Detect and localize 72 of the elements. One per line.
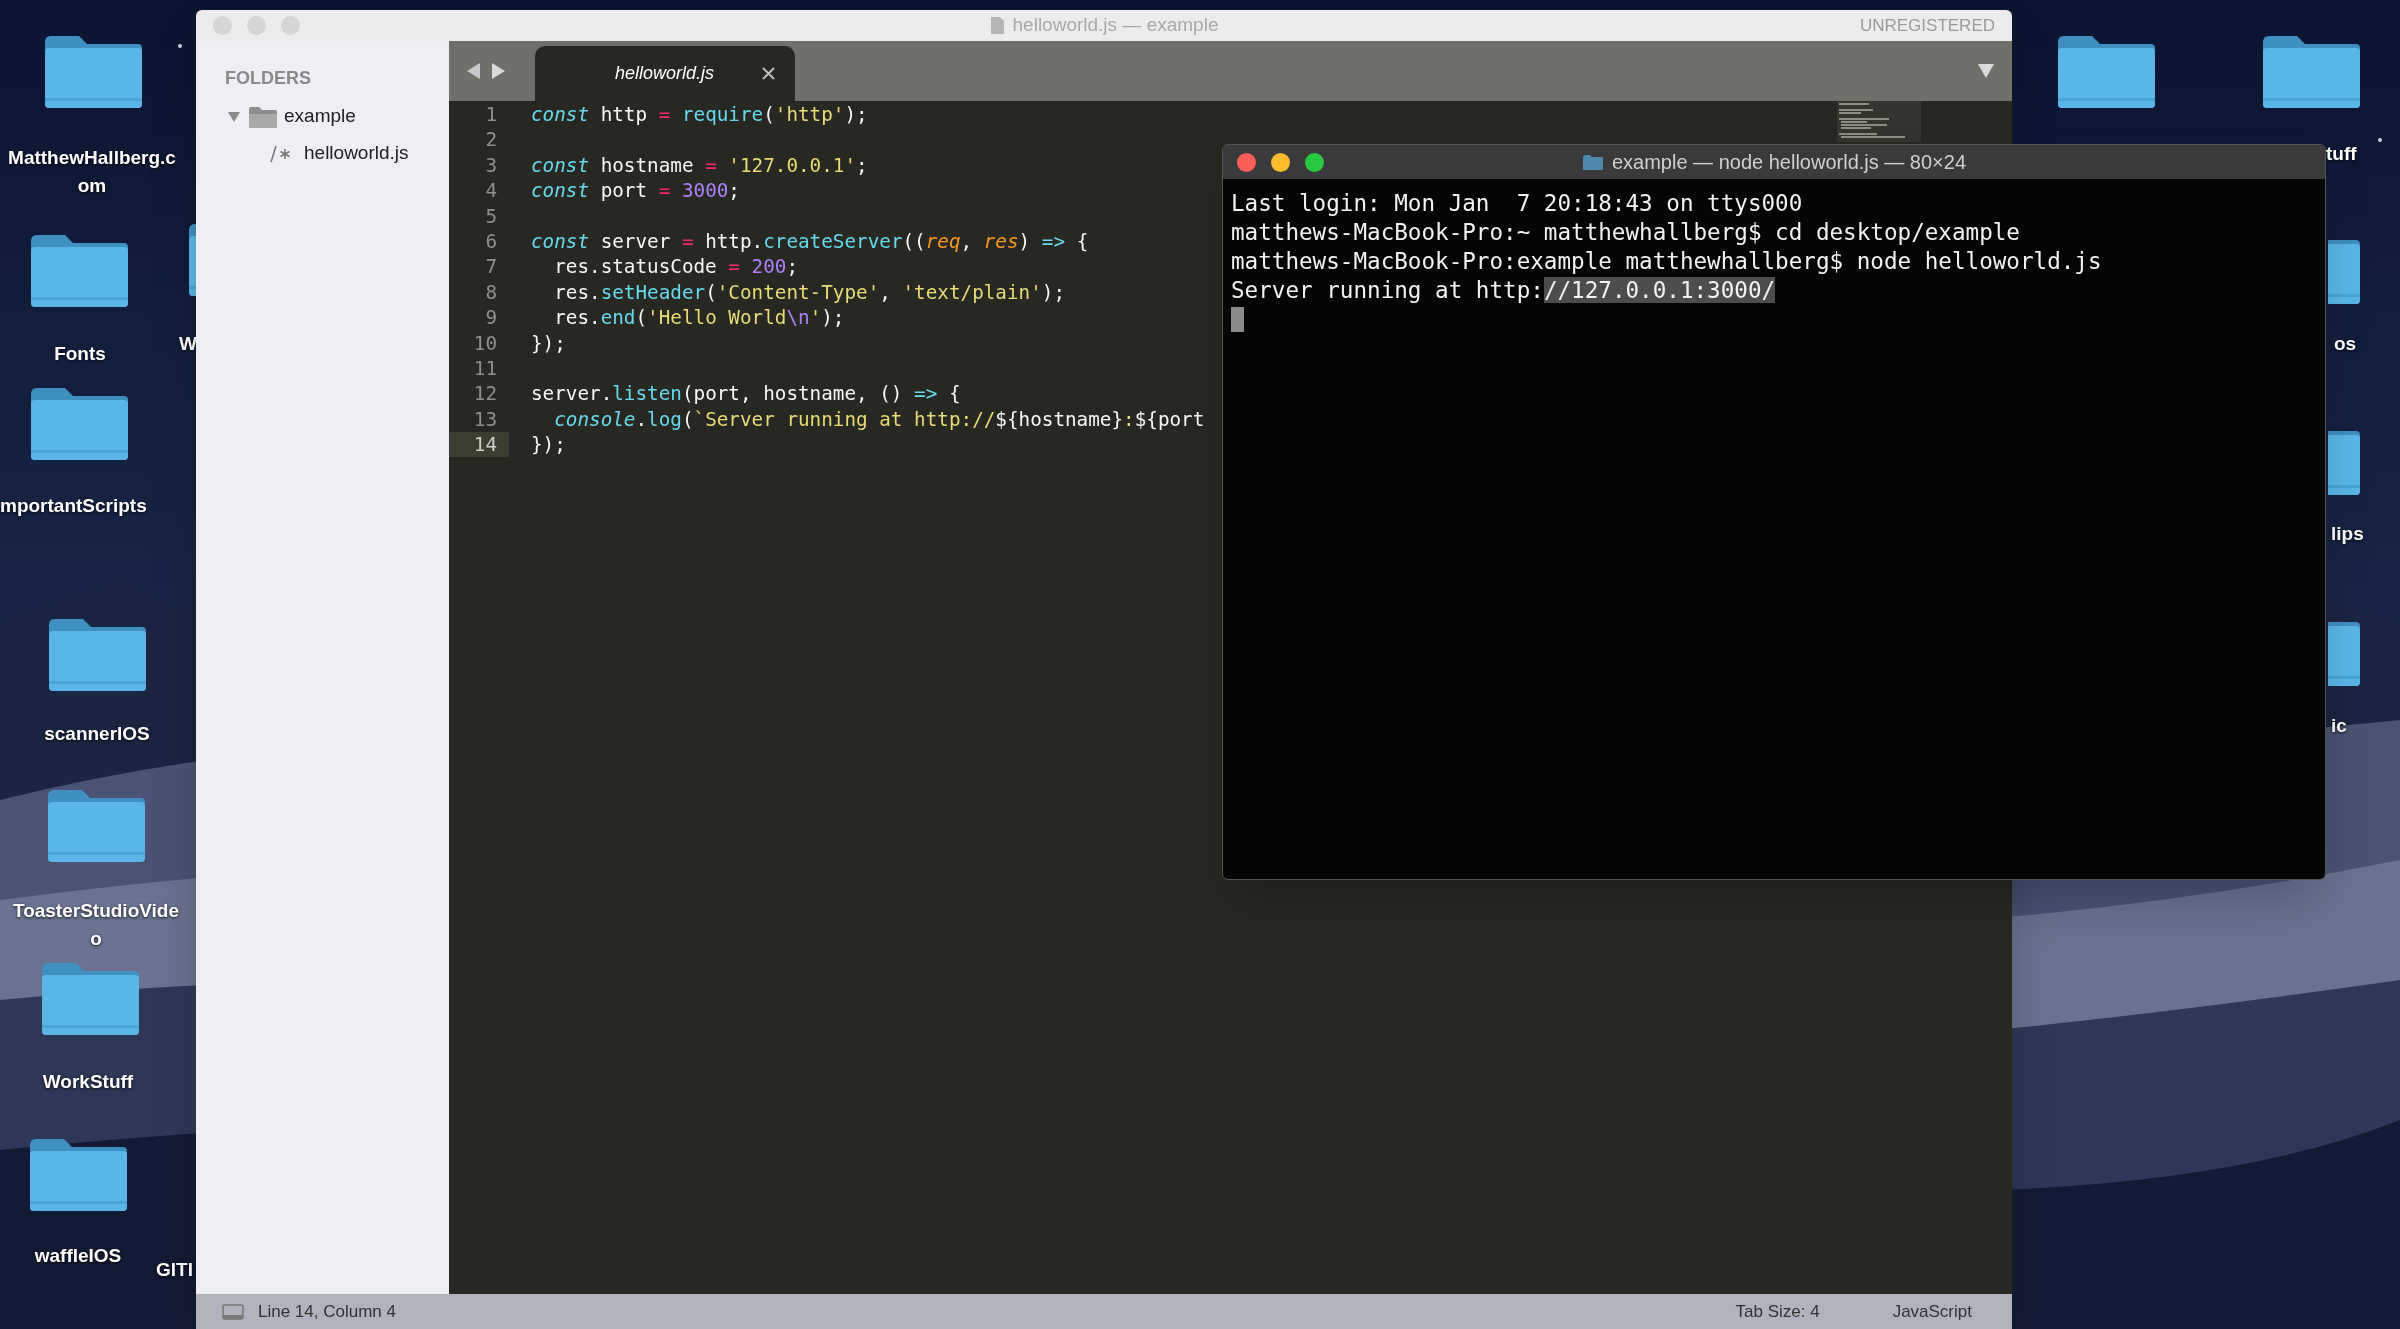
- folder-icon[interactable]: [46, 788, 147, 864]
- terminal-line: Server running at http://127.0.0.1:3000/: [1231, 276, 1776, 305]
- sidebar-heading: FOLDERS: [224, 67, 312, 90]
- tab-size[interactable]: Tab Size: 4: [1735, 1298, 1820, 1325]
- forward-arrow-icon[interactable]: [491, 63, 505, 79]
- license-label: UNREGISTERED: [1859, 14, 1995, 37]
- folder-icon[interactable]: [43, 34, 144, 110]
- line-number: 7: [484, 254, 498, 280]
- folder-label: GITI: [156, 1258, 193, 1282]
- folder-label: W: [179, 332, 197, 356]
- code-line: });: [531, 330, 566, 356]
- folder-label: tuff: [2326, 142, 2357, 166]
- folder-label: os: [2334, 332, 2357, 356]
- terminal-line: matthews-MacBook-Pro:example matthewhallberg$ node helloworld.js: [1231, 247, 2102, 276]
- code-line: });: [531, 432, 566, 458]
- line-number: 3: [484, 152, 498, 179]
- terminal-line: Last login: Mon Jan 7 20:18:43 on ttys000: [1231, 189, 1803, 218]
- code-line: res.setHeader('Content-Type', 'text/plain');: [553, 279, 1066, 306]
- code-line: res.statusCode = 200;: [553, 254, 798, 280]
- folder-icon[interactable]: [29, 233, 130, 309]
- line-number: 5: [484, 203, 498, 229]
- folder-icon[interactable]: [29, 386, 130, 462]
- code-line: res.end('Hello World\n');: [553, 305, 845, 331]
- folder-label: ic: [2331, 714, 2347, 738]
- code-line: const port = 3000;: [531, 178, 740, 204]
- tree-item[interactable]: example: [196, 98, 449, 135]
- line-number: 14: [449, 432, 509, 458]
- zoom-button[interactable]: [1305, 152, 1324, 172]
- folder-label: scannerIOS: [43, 722, 151, 746]
- code-line: console.log(`Server running at http://${hostname}:${port: [553, 406, 1205, 433]
- folder-label: WorkStuff: [41, 1070, 135, 1094]
- code-line: const http = require('http');: [531, 102, 868, 128]
- syntax-label[interactable]: JavaScript: [1892, 1298, 1972, 1325]
- file-icon: [989, 16, 1005, 35]
- folder-label: MatthewHallberg.com: [7, 146, 177, 198]
- back-arrow-icon[interactable]: [467, 63, 481, 79]
- line-number: 13: [472, 406, 498, 433]
- line-number: 10: [472, 330, 498, 356]
- line-number: 8: [484, 279, 498, 306]
- tree-item[interactable]: helloworld.js: [196, 135, 449, 172]
- line-number: 11: [472, 355, 498, 382]
- folder-icon[interactable]: [2261, 34, 2362, 110]
- file-tab[interactable]: helloworld.js: [535, 46, 795, 101]
- disclosure-triangle-icon[interactable]: [228, 110, 240, 123]
- folder-label: mportantScripts: [0, 494, 147, 518]
- dropdown-arrow-icon[interactable]: [1978, 64, 1994, 78]
- close-icon[interactable]: [762, 67, 775, 80]
- file-icon: [270, 144, 292, 163]
- folder-icon: [248, 104, 278, 129]
- window-title: example — node helloworld.js — 80×24: [1611, 150, 1967, 175]
- close-button[interactable]: [1237, 152, 1256, 172]
- line-number: 1: [484, 102, 498, 128]
- minimize-button[interactable]: [1271, 152, 1290, 172]
- folder-icon[interactable]: [2056, 34, 2157, 110]
- folder-icon: [1581, 153, 1604, 171]
- code-line: server.listen(port, hostname, () => {: [531, 381, 961, 407]
- line-number: 4: [484, 178, 498, 204]
- folder-icon[interactable]: [47, 617, 148, 693]
- window-title: helloworld.js — example: [1012, 13, 1219, 38]
- folder-icon[interactable]: [40, 961, 141, 1037]
- line-number: 9: [484, 305, 498, 331]
- code-line: const server = http.createServer((req, res) => {: [531, 228, 1089, 255]
- folder-label: ToasterStudioVideo: [11, 899, 181, 951]
- line-number: 2: [484, 127, 498, 153]
- line-number: 12: [472, 381, 498, 407]
- cursor-position: Line 14, Column 4: [258, 1300, 396, 1323]
- line-number: 6: [484, 228, 498, 255]
- folder-icon[interactable]: [28, 1137, 129, 1213]
- folder-label: lips: [2331, 522, 2364, 546]
- terminal-line: matthews-MacBook-Pro:~ matthewhallberg$ cd desktop/example: [1231, 218, 2020, 247]
- code-line: const hostname = '127.0.0.1';: [531, 152, 868, 179]
- folder-label: Fonts: [53, 342, 107, 366]
